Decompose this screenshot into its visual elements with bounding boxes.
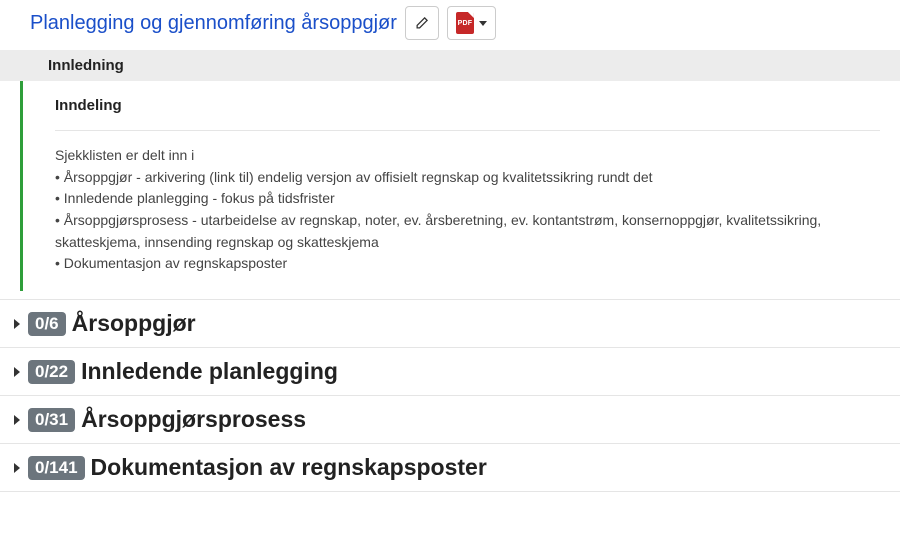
header: Planlegging og gjennomføring årsoppgjør … xyxy=(0,0,900,50)
intro-lead: Sjekklisten er delt inn i xyxy=(55,145,880,167)
section-title: Innledende planlegging xyxy=(81,358,338,385)
progress-badge: 0/22 xyxy=(28,360,75,384)
chevron-down-icon xyxy=(479,21,487,26)
section-title: Årsoppgjør xyxy=(72,310,196,337)
edit-button[interactable] xyxy=(405,6,439,40)
sections-accordion: 0/6 Årsoppgjør 0/22 Innledende planleggi… xyxy=(0,299,900,492)
chevron-right-icon xyxy=(14,319,20,329)
page-title: Planlegging og gjennomføring årsoppgjør xyxy=(30,12,397,35)
section-title: Årsoppgjørsprosess xyxy=(81,406,306,433)
chevron-right-icon xyxy=(14,463,20,473)
intro-info-block: Inndeling Sjekklisten er delt inn i • År… xyxy=(20,81,900,291)
intro-bullet: • Innledende planlegging - fokus på tids… xyxy=(55,188,880,210)
intro-bullet: • Dokumentasjon av regnskapsposter xyxy=(55,253,880,275)
chevron-right-icon xyxy=(14,367,20,377)
intro-subheading: Inndeling xyxy=(55,97,880,131)
section-row-arsoppgjor[interactable]: 0/6 Årsoppgjør xyxy=(0,300,900,348)
section-row-prosess[interactable]: 0/31 Årsoppgjørsprosess xyxy=(0,396,900,444)
intro-body: Sjekklisten er delt inn i • Årsoppgjør -… xyxy=(55,145,880,275)
progress-badge: 0/31 xyxy=(28,408,75,432)
pdf-dropdown-button[interactable]: PDF xyxy=(447,6,496,40)
chevron-right-icon xyxy=(14,415,20,425)
section-title: Dokumentasjon av regnskapsposter xyxy=(91,454,487,481)
intro-heading-bar: Innledning xyxy=(0,50,900,81)
pencil-icon xyxy=(414,16,429,31)
intro-bullet: • Årsoppgjør - arkivering (link til) end… xyxy=(55,167,880,189)
progress-badge: 0/141 xyxy=(28,456,85,480)
pdf-icon: PDF xyxy=(456,12,474,34)
intro-bullet: • Årsoppgjørsprosess - utarbeidelse av r… xyxy=(55,210,880,253)
progress-badge: 0/6 xyxy=(28,312,66,336)
section-row-innledende[interactable]: 0/22 Innledende planlegging xyxy=(0,348,900,396)
section-row-dokumentasjon[interactable]: 0/141 Dokumentasjon av regnskapsposter xyxy=(0,444,900,492)
